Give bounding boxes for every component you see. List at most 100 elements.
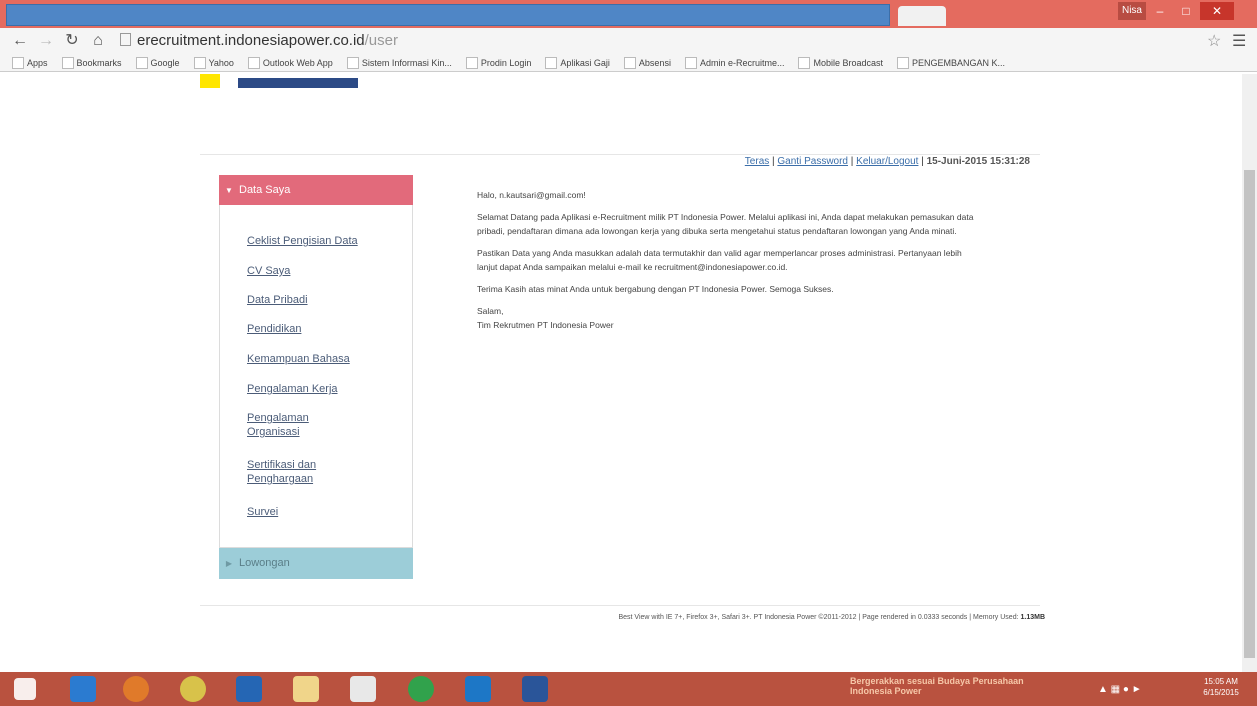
window-controls: Nisa – □ ✕: [1118, 2, 1234, 22]
bookmark-label: Yahoo: [208, 57, 234, 68]
windows-start-icon[interactable]: [14, 678, 36, 700]
sidebar-item-pendidikan[interactable]: Pendidikan: [247, 322, 387, 336]
bookmark-icon: [465, 56, 478, 69]
ie-icon[interactable]: [70, 676, 96, 702]
bookmark-label: Sistem Informasi Kin...: [361, 57, 452, 68]
bookmark-label: Mobile Broadcast: [813, 57, 884, 68]
bookmark-label: Outlook Web App: [262, 57, 333, 68]
active-tab[interactable]: [6, 4, 890, 26]
sidebar-header-lowongan[interactable]: ▶ Lowongan: [219, 548, 413, 579]
welcome-paragraph: Selamat Datang pada Aplikasi e-Recruitme…: [477, 212, 974, 236]
bookmark-icon: [247, 56, 260, 69]
sidebar-header-data-saya[interactable]: ▼ Data Saya: [219, 175, 413, 205]
page-icon: [120, 33, 131, 46]
bookmark-item[interactable]: Yahoo: [193, 56, 234, 69]
maximize-icon[interactable]: □: [1174, 2, 1198, 20]
ganti-password-link[interactable]: Ganti Password: [777, 156, 848, 167]
desktop-wallpaper-text: Bergerakkan sesuai Budaya Perusahaan Ind…: [850, 676, 1024, 696]
bookmark-item[interactable]: Google: [135, 56, 180, 69]
triangle-down-icon: ▼: [225, 186, 233, 195]
bookmark-item[interactable]: PENGEMBANGAN K...: [897, 56, 1006, 69]
bookmark-icon: [193, 56, 206, 69]
outlook-icon[interactable]: [236, 676, 262, 702]
divider: [200, 154, 1040, 155]
bookmark-label: Bookmarks: [76, 57, 122, 68]
clock-date: 6/15/2015: [1203, 688, 1239, 697]
messenger-icon[interactable]: [408, 676, 434, 702]
logo: [200, 74, 360, 94]
bookmark-icon: [135, 56, 148, 69]
sidebar-item-bahasa[interactable]: Kemampuan Bahasa: [247, 352, 387, 366]
new-tab-button[interactable]: [898, 6, 946, 26]
lync-icon[interactable]: [465, 676, 491, 702]
triangle-right-icon: ▶: [225, 559, 233, 568]
calculator-icon[interactable]: [350, 676, 376, 702]
salam: Salam,: [477, 306, 504, 316]
greeting: Halo, n.kautsari@gmail.com!: [477, 190, 586, 200]
bookmark-item[interactable]: Sistem Informasi Kin...: [346, 56, 452, 69]
clock-time: 15:05 AM: [1204, 677, 1238, 686]
forward-icon[interactable]: →: [36, 31, 56, 51]
bookmark-icon: [12, 56, 24, 69]
clock[interactable]: 15:05 AM 6/15/2015: [1192, 676, 1250, 698]
file-explorer-icon[interactable]: [293, 676, 319, 702]
bookmark-label: Admin e-Recruitme...: [699, 57, 785, 68]
url-path: /user: [364, 32, 398, 49]
separator: |: [918, 156, 927, 167]
bookmark-star-icon[interactable]: ☆: [1207, 31, 1221, 51]
bookmark-icon: [346, 56, 359, 69]
scrollbar-thumb[interactable]: [1244, 170, 1255, 658]
bookmark-item[interactable]: Apps: [12, 56, 48, 69]
main-content: Halo, n.kautsari@gmail.com! Selamat Data…: [477, 188, 977, 332]
sidebar-item-cv[interactable]: CV Saya: [247, 264, 387, 278]
teras-link[interactable]: Teras: [745, 156, 769, 167]
divider: [200, 605, 1040, 606]
sidebar-item-pengalaman-organisasi[interactable]: Pengalaman Organisasi: [247, 411, 337, 439]
current-datetime: 15-Juni-2015 15:31:28: [926, 156, 1030, 167]
bookmark-label: Google: [150, 57, 180, 68]
sidebar: ▼ Data Saya Ceklist Pengisian Data CV Say…: [219, 175, 413, 579]
home-icon[interactable]: ⌂: [88, 31, 108, 51]
separator: |: [848, 156, 857, 167]
sidebar-header-label: Data Saya: [239, 184, 291, 196]
reload-icon[interactable]: ↻: [62, 31, 82, 51]
system-tray[interactable]: ▲ ▦ ● ►: [1098, 684, 1142, 695]
logout-link[interactable]: Keluar/Logout: [856, 156, 918, 167]
bookmark-icon: [545, 56, 558, 69]
chrome-icon[interactable]: [180, 676, 206, 702]
sidebar-item-data-pribadi[interactable]: Data Pribadi: [247, 293, 387, 307]
bookmark-item[interactable]: Absensi: [623, 56, 671, 69]
bookmark-item[interactable]: Bookmarks: [61, 56, 122, 69]
sidebar-item-sertifikasi[interactable]: Sertifikasi dan Penghargaan: [247, 458, 347, 486]
bookmark-item[interactable]: Admin e-Recruitme...: [684, 56, 785, 69]
sidebar-menu: Ceklist Pengisian Data CV Saya Data Prib…: [219, 205, 413, 548]
profile-button[interactable]: Nisa: [1118, 2, 1146, 20]
top-nav: Teras | Ganti Password | Keluar/Logout |…: [600, 156, 1030, 167]
sidebar-item-pengalaman-kerja[interactable]: Pengalaman Kerja: [247, 382, 387, 396]
thanks-paragraph: Terima Kasih atas minat Anda untuk berga…: [477, 284, 834, 294]
bookmark-icon: [61, 56, 74, 69]
bookmark-item[interactable]: Prodin Login: [465, 56, 532, 69]
bookmark-label: Absensi: [638, 57, 671, 68]
bookmark-item[interactable]: Aplikasi Gaji: [545, 56, 610, 69]
word-icon[interactable]: [522, 676, 548, 702]
bookmark-item[interactable]: Mobile Broadcast: [798, 56, 884, 69]
bookmark-label: Apps: [27, 57, 48, 68]
bookmark-label: Aplikasi Gaji: [560, 57, 610, 68]
page-footer: Best View with IE 7+, Firefox 3+, Safari…: [200, 614, 1045, 621]
minimize-icon[interactable]: –: [1148, 2, 1172, 20]
sidebar-item-survei[interactable]: Survei: [247, 505, 387, 519]
back-icon[interactable]: ←: [10, 31, 30, 51]
signature: Tim Rekrutmen PT Indonesia Power: [477, 320, 614, 330]
footer-text: Best View with IE 7+, Firefox 3+, Safari…: [618, 614, 1019, 621]
bookmarks-bar: Apps Bookmarks Google Yahoo Outlook Web App S…: [0, 54, 1257, 72]
close-icon[interactable]: ✕: [1200, 2, 1234, 20]
bookmark-item[interactable]: Outlook Web App: [247, 56, 333, 69]
sidebar-item-ceklist[interactable]: Ceklist Pengisian Data: [247, 234, 387, 248]
address-bar[interactable]: erecruitment.indonesiapower.co.id/user: [120, 31, 1200, 51]
bookmark-label: PENGEMBANGAN K...: [912, 57, 1006, 68]
firefox-icon[interactable]: [123, 676, 149, 702]
menu-icon[interactable]: ☰: [1232, 31, 1246, 51]
bookmark-icon: [897, 56, 910, 69]
bookmark-label: Prodin Login: [480, 57, 532, 68]
